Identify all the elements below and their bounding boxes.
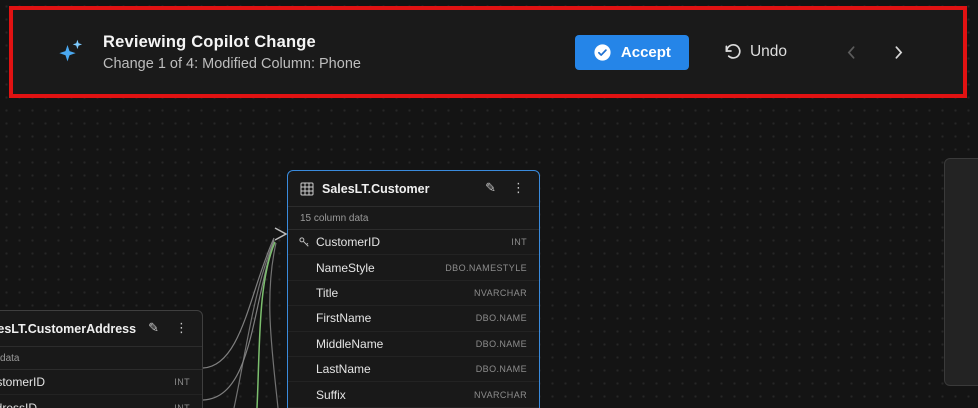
table-more-options-button[interactable]: ⋮ [508, 180, 529, 197]
pencil-icon: ✎ [485, 181, 496, 196]
banner-title: Reviewing Copilot Change [103, 33, 361, 52]
check-circle-icon [593, 43, 612, 62]
column-count-label: 15 column data [288, 207, 539, 230]
column-row-suffix[interactable]: Suffix NVARCHAR [288, 382, 539, 407]
column-type: NVARCHAR [474, 390, 527, 400]
table-grid-icon [300, 182, 314, 196]
undo-arrow-icon [723, 43, 742, 62]
relationship-arrowhead-icon [275, 228, 286, 240]
pencil-icon: ✎ [148, 321, 159, 336]
column-row-firstname[interactable]: FirstName DBO.NAME [288, 306, 539, 331]
edit-table-button[interactable]: ✎ [481, 180, 500, 197]
table-node-header[interactable]: SalesLT.CustomerAddress ✎ ⋮ [0, 311, 202, 347]
column-name: NameStyle [316, 261, 445, 275]
column-name: CustomerID [0, 375, 174, 389]
column-name: FirstName [316, 311, 476, 325]
column-row-middlename[interactable]: MiddleName DBO.NAME [288, 332, 539, 357]
table-node-header[interactable]: SalesLT.Customer ✎ ⋮ [288, 171, 539, 207]
table-title: SalesLT.Customer [322, 182, 473, 196]
column-row-title[interactable]: Title NVARCHAR [288, 281, 539, 306]
undo-button[interactable]: Undo [723, 43, 787, 62]
accept-button-label: Accept [621, 44, 671, 61]
column-name: Title [316, 286, 474, 300]
table-node-customer[interactable]: SalesLT.Customer ✎ ⋮ 15 column data Cust… [287, 170, 540, 408]
previous-change-button[interactable] [839, 40, 864, 65]
column-type: DBO.NAME [476, 364, 527, 374]
table-node-customeraddress[interactable]: SalesLT.CustomerAddress ✎ ⋮ column data … [0, 310, 203, 408]
column-type: DBO.NAME [476, 313, 527, 323]
table-more-options-button[interactable]: ⋮ [171, 320, 192, 337]
edit-table-button[interactable]: ✎ [144, 320, 163, 337]
diagram-canvas[interactable]: { "banner": { "title": "Reviewing Copilo… [0, 0, 978, 408]
column-type: INT [174, 377, 190, 387]
accept-button[interactable]: Accept [575, 35, 689, 70]
copilot-sparkle-icon [57, 38, 85, 66]
column-name: AddressID [0, 401, 174, 408]
column-type: DBO.NAME [476, 339, 527, 349]
kebab-menu-icon: ⋮ [175, 321, 188, 336]
column-name: LastName [316, 362, 476, 376]
column-count-label: column data [0, 347, 202, 370]
column-name: MiddleName [316, 337, 476, 351]
clipped-table-node[interactable] [944, 158, 978, 386]
undo-button-label: Undo [750, 43, 787, 61]
chevron-left-icon [843, 44, 860, 61]
column-type: INT [174, 403, 190, 408]
column-name: CustomerID [316, 235, 511, 249]
column-row-addressid[interactable]: AddressID INT [0, 395, 202, 408]
column-type: NVARCHAR [474, 288, 527, 298]
next-change-button[interactable] [886, 40, 911, 65]
banner-change-status: Change 1 of 4: Modified Column: Phone [103, 56, 361, 72]
column-name: Suffix [316, 388, 474, 402]
column-type: DBO.NAMESTYLE [445, 263, 527, 273]
column-row-lastname[interactable]: LastName DBO.NAME [288, 357, 539, 382]
chevron-right-icon [890, 44, 907, 61]
column-row-namestyle[interactable]: NameStyle DBO.NAMESTYLE [288, 255, 539, 280]
column-type: INT [511, 237, 527, 247]
copilot-review-banner: Reviewing Copilot Change Change 1 of 4: … [9, 6, 967, 98]
primary-key-icon [298, 236, 310, 248]
kebab-menu-icon: ⋮ [512, 181, 525, 196]
banner-controls: Accept Undo [575, 35, 911, 70]
column-row-customerid[interactable]: CustomerID INT [288, 230, 539, 255]
table-title: SalesLT.CustomerAddress [0, 322, 136, 336]
column-row-customerid[interactable]: CustomerID INT [0, 370, 202, 395]
